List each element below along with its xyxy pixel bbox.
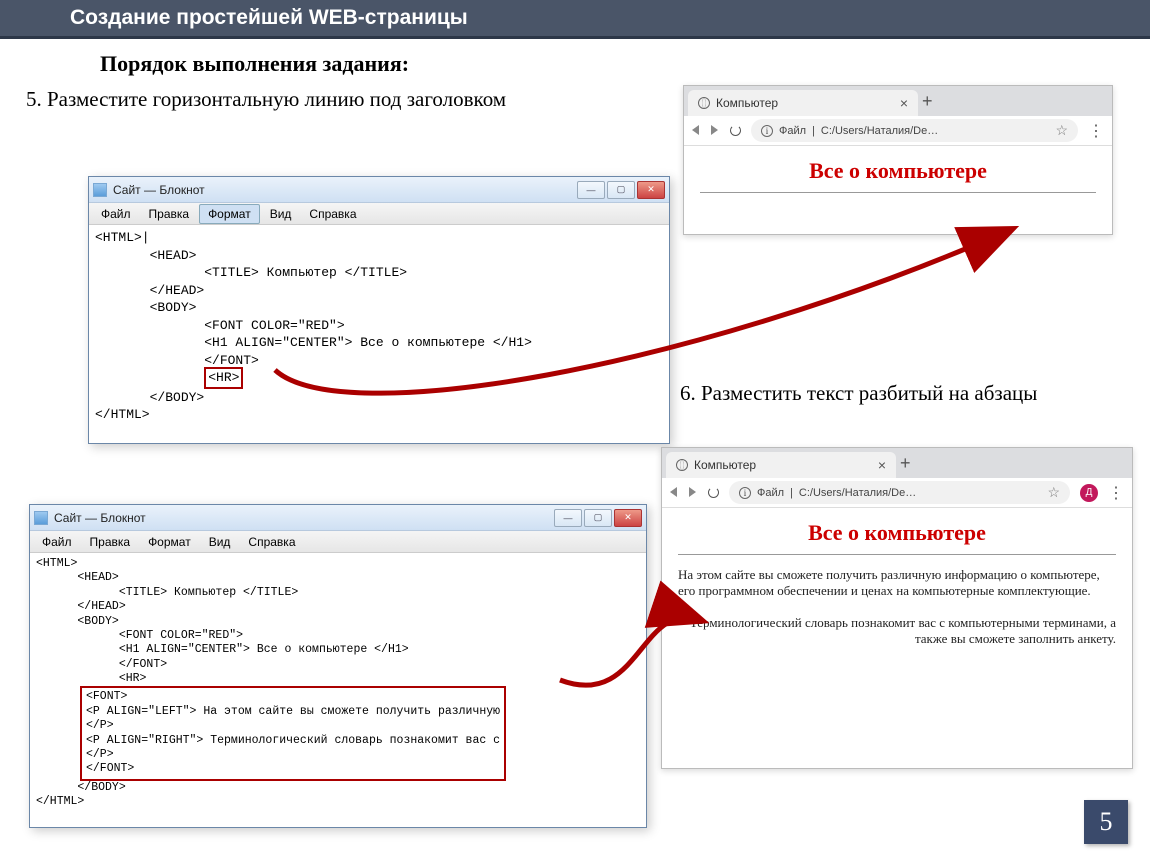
forward-icon[interactable] — [711, 125, 718, 135]
back-icon[interactable] — [670, 487, 677, 497]
info-icon: i — [739, 487, 751, 499]
menu-icon[interactable]: ⋮ — [1108, 483, 1124, 503]
notepad-icon — [93, 183, 107, 197]
browser-addressbar: i Файл | C:/Users/Наталия/De… ☆ ⋮ — [684, 116, 1112, 146]
notepad-icon — [34, 511, 48, 525]
menu-help[interactable]: Справка — [240, 533, 303, 551]
browser-content-2: Все о компьютере На этом сайте вы сможет… — [662, 508, 1132, 659]
browser-tabbar-2: Компьютер × + — [662, 448, 1132, 478]
slide-header: Создание простейшей WEB-страницы — [0, 0, 1150, 39]
avatar[interactable]: Д — [1080, 484, 1098, 502]
menu-icon[interactable]: ⋮ — [1088, 121, 1104, 141]
minimize-button[interactable]: — — [577, 181, 605, 199]
browser-tab[interactable]: Компьютер × — [688, 90, 918, 116]
reload-icon[interactable] — [708, 487, 719, 498]
menu-format[interactable]: Формат — [199, 204, 260, 224]
menu-file[interactable]: Файл — [93, 205, 139, 223]
notepad-titlebar-2: Сайт — Блокнот — ▢ ✕ — [30, 505, 646, 531]
new-tab-icon[interactable]: + — [922, 91, 933, 116]
back-icon[interactable] — [692, 125, 699, 135]
globe-icon — [698, 97, 710, 109]
browser-tabbar: Компьютер × + — [684, 86, 1112, 116]
menu-help[interactable]: Справка — [301, 205, 364, 223]
menu-edit[interactable]: Правка — [82, 533, 139, 551]
paragraph-right: Терминологический словарь познакомит вас… — [678, 615, 1116, 647]
close-button[interactable]: ✕ — [637, 181, 665, 199]
step5-text: 5. Разместите горизонтальную линию под з… — [0, 85, 660, 113]
notepad-top: Сайт — Блокнот — ▢ ✕ Файл Правка Формат … — [88, 176, 670, 444]
paragraph-left: На этом сайте вы сможете получить различ… — [678, 567, 1116, 599]
hr-highlight: <HR> — [204, 367, 243, 389]
page-heading-2: Все о компьютере — [678, 520, 1116, 546]
notepad-title-2: Сайт — Блокнот — [54, 511, 146, 525]
hr-line-2 — [678, 554, 1116, 555]
notepad-menubar-2: Файл Правка Формат Вид Справка — [30, 531, 646, 553]
notepad-bottom: Сайт — Блокнот — ▢ ✕ Файл Правка Формат … — [29, 504, 647, 828]
new-tab-icon[interactable]: + — [900, 453, 911, 478]
menu-edit[interactable]: Правка — [141, 205, 198, 223]
minimize-button[interactable]: — — [554, 509, 582, 527]
close-tab-icon[interactable]: × — [900, 95, 908, 111]
subtitle: Порядок выполнения задания: — [0, 39, 1150, 85]
forward-icon[interactable] — [689, 487, 696, 497]
maximize-button[interactable]: ▢ — [584, 509, 612, 527]
browser-tab-2[interactable]: Компьютер × — [666, 452, 896, 478]
browser-content: Все о компьютере — [684, 146, 1112, 217]
menu-view[interactable]: Вид — [262, 205, 300, 223]
browser-addressbar-2: i Файл | C:/Users/Наталия/De… ☆ Д ⋮ — [662, 478, 1132, 508]
star-icon[interactable]: ☆ — [1055, 122, 1068, 139]
page-number: 5 — [1084, 800, 1128, 844]
url-field-2[interactable]: i Файл | C:/Users/Наталия/De… ☆ — [729, 481, 1070, 504]
close-button[interactable]: ✕ — [614, 509, 642, 527]
close-tab-icon[interactable]: × — [878, 457, 886, 473]
slide-title: Создание простейшей WEB-страницы — [70, 6, 468, 29]
menu-view[interactable]: Вид — [201, 533, 239, 551]
info-icon: i — [761, 125, 773, 137]
hr-line — [700, 192, 1096, 193]
menu-format[interactable]: Формат — [140, 533, 199, 551]
star-icon[interactable]: ☆ — [1047, 484, 1060, 501]
notepad-menubar: Файл Правка Формат Вид Справка — [89, 203, 669, 225]
notepad-body[interactable]: <HTML>| <HEAD> <TITLE> Компьютер </TITLE… — [89, 225, 669, 428]
notepad-titlebar: Сайт — Блокнот — ▢ ✕ — [89, 177, 669, 203]
maximize-button[interactable]: ▢ — [607, 181, 635, 199]
menu-file[interactable]: Файл — [34, 533, 80, 551]
reload-icon[interactable] — [730, 125, 741, 136]
notepad-body-2[interactable]: <HTML> <HEAD> <TITLE> Компьютер </TITLE>… — [30, 553, 646, 813]
page-heading: Все о компьютере — [700, 158, 1096, 184]
notepad-title: Сайт — Блокнот — [113, 183, 205, 197]
step6-text: 6. Разместить текст разбитый на абзацы — [680, 380, 1120, 407]
font-block-highlight: <FONT> <P ALIGN="LEFT"> На этом сайте вы… — [80, 686, 506, 780]
globe-icon — [676, 459, 688, 471]
url-field[interactable]: i Файл | C:/Users/Наталия/De… ☆ — [751, 119, 1078, 142]
browser-1: Компьютер × + i Файл | C:/Users/Наталия/… — [683, 85, 1113, 235]
browser-2: Компьютер × + i Файл | C:/Users/Наталия/… — [661, 447, 1133, 769]
